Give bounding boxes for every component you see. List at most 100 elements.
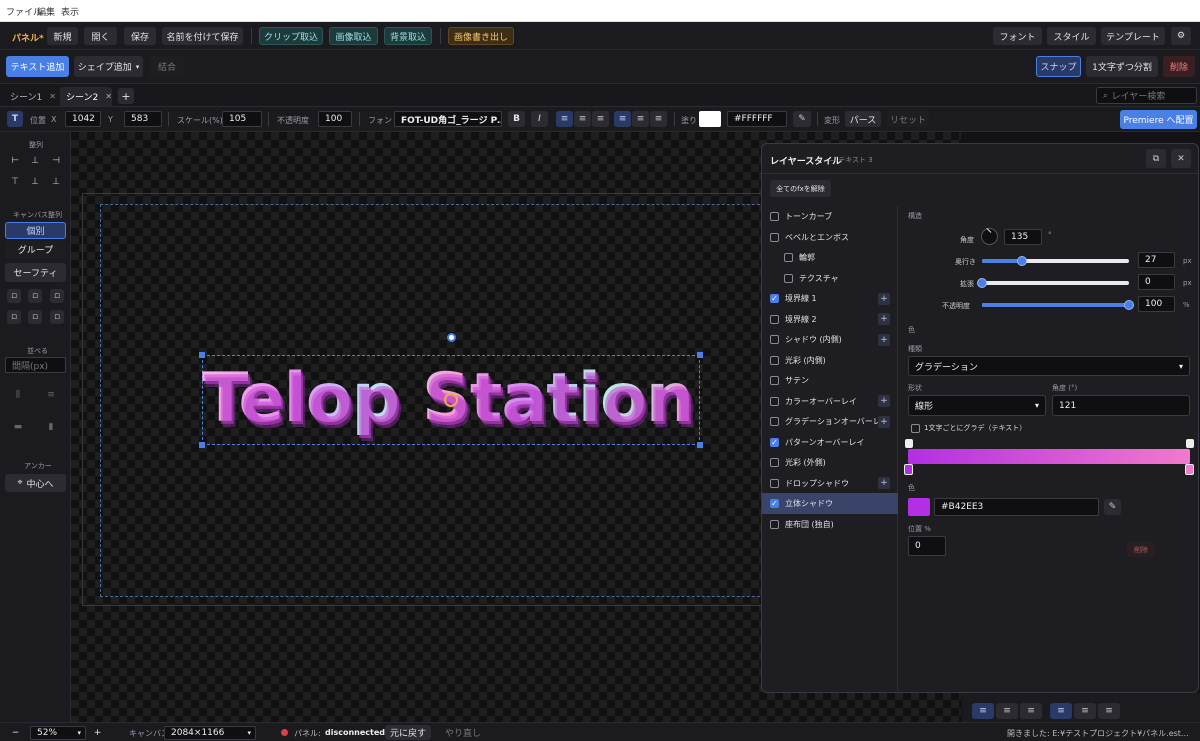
fx-item[interactable]: カラーオーバーレイ +: [762, 391, 898, 412]
fx-item[interactable]: ベベルとエンボス: [762, 227, 898, 248]
shape-select[interactable]: 線形 ▾: [908, 395, 1046, 416]
stop-color-swatch[interactable]: [908, 498, 930, 516]
align-top-icon[interactable]: ⊤: [7, 175, 23, 189]
distribute-v-icon[interactable]: ≡: [40, 384, 62, 406]
image-import-button[interactable]: 画像取込: [329, 27, 378, 45]
valign-middle-icon[interactable]: ≡: [632, 111, 649, 127]
center-button[interactable]: ⌖ 中心へ: [5, 474, 66, 492]
group-button[interactable]: グループ: [5, 241, 66, 258]
align-bottom-icon[interactable]: ⊥: [48, 175, 64, 189]
checkbox-icon[interactable]: [770, 458, 779, 467]
fx-item[interactable]: テクスチャ: [762, 268, 898, 289]
template-button[interactable]: テンプレート: [1101, 27, 1165, 45]
fx-item[interactable]: サテン: [762, 370, 898, 391]
per-char-gradient-checkbox[interactable]: 1文字ごとにグラデ（テキスト）: [911, 423, 1026, 433]
anchor-bl-icon[interactable]: ▫: [7, 310, 21, 324]
reset-button[interactable]: リセット: [887, 111, 929, 127]
layer-search-input[interactable]: ⌕ レイヤー検索: [1096, 87, 1197, 104]
add-icon[interactable]: +: [878, 395, 890, 407]
rotate-handle[interactable]: [447, 333, 456, 342]
valign-middle-icon[interactable]: ≡: [1074, 703, 1096, 719]
align-center-icon[interactable]: ≡: [574, 111, 591, 127]
valign-top-icon[interactable]: ≡: [1050, 703, 1072, 719]
valign-top-icon[interactable]: ≡: [614, 111, 631, 127]
align-vcenter-icon[interactable]: ⊥: [27, 175, 43, 189]
angle-input[interactable]: 135: [1004, 229, 1042, 245]
checkbox-icon[interactable]: [770, 519, 779, 529]
checkbox-icon[interactable]: ✓: [770, 437, 779, 447]
undo-button[interactable]: 元に戻す: [385, 725, 431, 740]
delete-button[interactable]: 削除: [1163, 56, 1195, 77]
save-button[interactable]: 保存: [124, 27, 156, 45]
checkbox-icon[interactable]: [784, 253, 793, 262]
add-shape-button[interactable]: シェイプ追加 ▾: [74, 56, 143, 77]
fx-item[interactable]: 境界線 2 +: [762, 309, 898, 330]
close-icon[interactable]: ✕: [49, 92, 56, 101]
fx-item[interactable]: シャドウ (内側) +: [762, 329, 898, 350]
bg-import-button[interactable]: 背景取込: [384, 27, 432, 45]
gradient-stop-top-icon[interactable]: [1186, 439, 1194, 448]
fx-item[interactable]: トーンカーブ: [762, 206, 898, 227]
spread-input[interactable]: 0: [1138, 274, 1175, 290]
font-select[interactable]: FOT-UD角ゴ_ラージ P…: [394, 111, 502, 127]
checkbox-icon[interactable]: [770, 232, 779, 242]
add-icon[interactable]: +: [878, 415, 890, 428]
kind-select[interactable]: グラデーション ▾: [908, 356, 1190, 376]
menu-view[interactable]: 表示: [61, 5, 79, 18]
resize-handle[interactable]: [697, 352, 703, 358]
fill-swatch[interactable]: [699, 111, 721, 127]
add-icon[interactable]: +: [878, 313, 890, 325]
distribute-h-icon[interactable]: ⫼: [7, 384, 29, 406]
align-center-icon[interactable]: ≡: [996, 703, 1018, 719]
checkbox-icon[interactable]: [770, 314, 779, 324]
checkbox-icon[interactable]: [784, 273, 793, 283]
fx-item[interactable]: 光彩 (内側): [762, 350, 898, 371]
anchor-point-icon[interactable]: [444, 393, 458, 407]
snap-button[interactable]: スナップ: [1036, 56, 1081, 77]
add-text-button[interactable]: テキスト追加: [6, 56, 69, 77]
zoom-in-button[interactable]: +: [90, 726, 105, 740]
depth-slider[interactable]: [982, 256, 1129, 266]
resize-handle[interactable]: [697, 442, 703, 448]
close-icon[interactable]: ✕: [1171, 149, 1191, 168]
align-right-icon[interactable]: ≡: [592, 111, 609, 127]
checkbox-icon[interactable]: [770, 335, 779, 344]
perspective-button[interactable]: パース: [845, 111, 881, 127]
align-left-icon[interactable]: ≡: [556, 111, 573, 127]
add-icon[interactable]: +: [878, 292, 890, 305]
distribute-h2-icon[interactable]: ▬: [7, 416, 29, 438]
fx-item[interactable]: ✓ パターンオーバーレイ: [762, 432, 898, 453]
export-image-button[interactable]: 画像書き出し: [448, 27, 514, 45]
valign-bottom-icon[interactable]: ≡: [1098, 703, 1120, 719]
spacing-input[interactable]: 間隔(px): [5, 357, 66, 373]
fx-item[interactable]: グラデーションオーバーレイ +: [762, 411, 898, 432]
anchor-br-icon[interactable]: ▫: [50, 310, 64, 324]
fx-item[interactable]: 座布団 (独自): [762, 514, 898, 535]
fx-item[interactable]: 輪郭: [762, 247, 898, 268]
eyedropper-icon[interactable]: ✎: [793, 111, 811, 127]
zoom-select[interactable]: 52% ▾: [30, 726, 86, 740]
fx-item[interactable]: 光彩 (外側): [762, 452, 898, 473]
style-button[interactable]: スタイル: [1047, 27, 1096, 45]
anchor-center-icon[interactable]: ▫: [28, 289, 42, 303]
add-icon[interactable]: +: [878, 333, 890, 346]
checkbox-icon[interactable]: [770, 478, 779, 488]
x-input[interactable]: 1042: [65, 111, 101, 127]
checkbox-icon[interactable]: ✓: [770, 499, 779, 508]
gradient-bar[interactable]: [908, 449, 1190, 464]
anchor-right-icon[interactable]: ▫: [50, 289, 64, 303]
align-left-icon[interactable]: ≡: [972, 703, 994, 719]
distribute-v2-icon[interactable]: ▮: [40, 416, 62, 438]
anchor-bc-icon[interactable]: ▫: [28, 310, 42, 324]
save-as-button[interactable]: 名前を付けて保存: [162, 27, 243, 45]
gear-icon[interactable]: ⚙: [1171, 27, 1191, 45]
tab-scene2[interactable]: シーン2 ✕: [60, 87, 112, 106]
clear-all-fx-button[interactable]: 全てのfxを解除: [770, 180, 831, 197]
new-button[interactable]: 新規: [47, 27, 78, 45]
clip-import-button[interactable]: クリップ取込: [259, 27, 323, 45]
checkbox-icon[interactable]: [770, 396, 779, 406]
checkbox-icon[interactable]: [770, 355, 779, 365]
gradient-stop-icon[interactable]: [904, 464, 913, 475]
opacity-input[interactable]: 100: [318, 111, 352, 127]
align-hcenter-icon[interactable]: ⊥: [27, 154, 43, 168]
